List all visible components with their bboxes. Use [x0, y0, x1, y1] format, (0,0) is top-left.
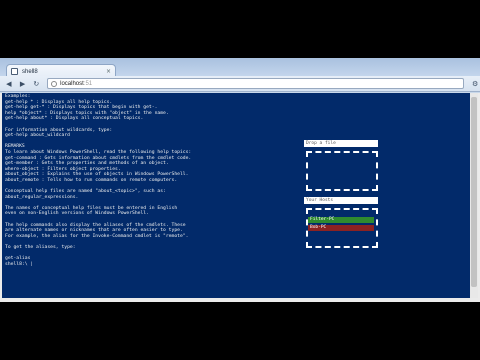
browser-window: shell8 × ◀ ▶ ↻ localhost :51 ⚙ Examples:… — [0, 58, 480, 302]
terminal-line: shell8:\ | — [5, 261, 34, 267]
back-arrow-icon[interactable]: ◀ — [4, 79, 14, 89]
drop-file-label: Drop a file — [304, 140, 378, 147]
scrollbar[interactable] — [470, 93, 478, 298]
tab-strip: shell8 × — [0, 58, 480, 78]
video-letterbox-top — [0, 0, 480, 58]
url-port: :51 — [83, 80, 93, 87]
console-panel[interactable]: Examples: get-help * : Displays all help … — [2, 93, 470, 298]
scrollbar-thumb[interactable] — [471, 97, 477, 287]
browser-toolbar: ◀ ▶ ↻ localhost :51 ⚙ — [0, 76, 480, 92]
drop-file-zone[interactable] — [306, 151, 378, 191]
forward-arrow-icon[interactable]: ▶ — [18, 79, 28, 89]
host-item[interactable]: Bob-PC — [308, 225, 374, 231]
url-host: localhost — [60, 80, 84, 87]
host-item[interactable]: Filter-PC — [308, 217, 374, 223]
wrench-menu-icon[interactable]: ⚙ — [470, 80, 480, 88]
reload-icon[interactable]: ↻ — [31, 79, 41, 89]
terminal-output[interactable]: Examples: get-help * : Displays all help … — [5, 94, 295, 267]
address-bar[interactable]: localhost :51 — [47, 78, 465, 89]
page-content: Examples: get-help * : Displays all help … — [0, 93, 480, 302]
page-favicon-icon — [11, 68, 18, 75]
video-letterbox-bottom — [0, 302, 480, 360]
tab-close-icon[interactable]: × — [106, 68, 111, 75]
tab-title: shell8 — [22, 68, 38, 75]
hosts-label: Your Hosts — [304, 197, 378, 204]
globe-icon — [51, 80, 58, 87]
